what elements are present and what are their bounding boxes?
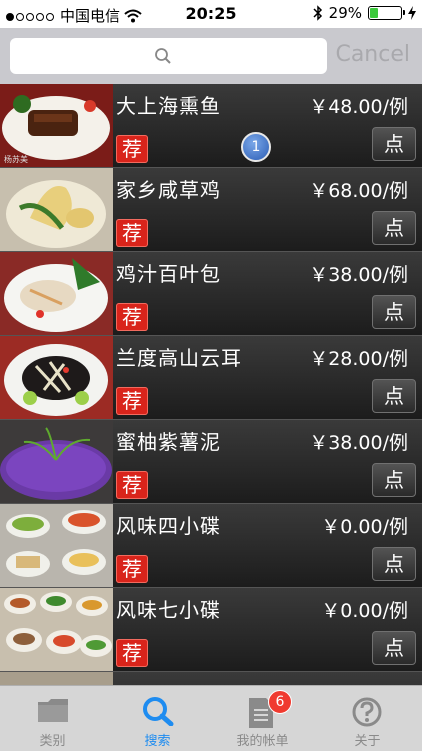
dish-row[interactable]: 杨苏美 大上海熏鱼 ￥48.00/例 荐 1 点	[0, 84, 422, 168]
bluetooth-icon	[313, 5, 322, 21]
battery-percent: 29%	[328, 4, 362, 22]
battery-icon	[368, 6, 405, 20]
order-button[interactable]: 点	[372, 547, 416, 581]
recommend-tag: 荐	[116, 387, 148, 415]
search-icon	[143, 697, 174, 726]
help-icon	[352, 697, 382, 727]
tab-bar: 类别 搜索 6 我的帐单 关于	[0, 685, 422, 751]
cancel-button[interactable]: Cancel	[335, 42, 410, 67]
tab-search[interactable]: 搜索	[105, 686, 210, 751]
dish-name: 家乡咸草鸡	[116, 178, 221, 202]
svg-text:杨苏美: 杨苏美	[4, 154, 28, 164]
status-bar: 中国电信 20:25 29%	[0, 0, 422, 28]
dish-row[interactable]: 兰度高山云耳 ￥28.00/例 荐 点	[0, 336, 422, 420]
search-bar: Cancel	[0, 28, 422, 84]
tab-about[interactable]: 关于	[315, 686, 420, 751]
dish-name: 兰度高山云耳	[116, 346, 242, 370]
order-button[interactable]: 点	[372, 127, 416, 161]
tab-label: 我的帐单	[236, 734, 289, 749]
dish-photo: 杨苏美	[0, 84, 113, 167]
dish-price: ￥28.00/例	[309, 348, 408, 370]
tab-my-bill[interactable]: 6 我的帐单	[210, 686, 315, 751]
recommend-tag: 荐	[116, 639, 148, 667]
dish-price: ￥48.00/例	[309, 96, 408, 118]
dish-row[interactable]: 鸡汁百叶包 ￥38.00/例 荐 点	[0, 252, 422, 336]
order-button[interactable]: 点	[372, 295, 416, 329]
dish-name: 鸡汁百叶包	[116, 262, 221, 286]
order-button[interactable]: 点	[372, 463, 416, 497]
dish-price: ￥0.00/例	[321, 516, 408, 538]
status-right: 29%	[313, 4, 416, 22]
dish-photo	[0, 420, 113, 503]
dish-name: 风味四小碟	[116, 514, 221, 538]
dish-row[interactable]: 风味四小碟 ￥0.00/例 荐 点	[0, 504, 422, 588]
dish-photo	[0, 672, 113, 685]
search-field[interactable]	[10, 38, 327, 76]
dish-photo	[0, 336, 113, 419]
order-button[interactable]: 点	[372, 379, 416, 413]
dish-row[interactable]: 风味七小碟 ￥0.00/例 荐 点	[0, 588, 422, 672]
dish-list[interactable]: 杨苏美 大上海熏鱼 ￥48.00/例 荐 1 点 家乡咸草鸡 ￥68.00/例 …	[0, 84, 422, 685]
recommend-tag: 荐	[116, 135, 148, 163]
tab-label: 类别	[39, 734, 66, 749]
dish-row[interactable]: 蜜柚紫薯泥 ￥38.00/例 荐 点	[0, 420, 422, 504]
dish-price: ￥38.00/例	[309, 264, 408, 286]
dish-name: 风味七小碟	[116, 598, 221, 622]
folder-icon	[38, 699, 68, 722]
dish-photo	[0, 252, 113, 335]
bill-count-badge: 6	[268, 690, 292, 714]
order-button[interactable]: 点	[372, 631, 416, 665]
battery-level	[370, 8, 379, 18]
recommend-tag: 荐	[116, 555, 148, 583]
dish-price: ￥0.00/例	[321, 600, 408, 622]
dish-name: 蜜柚紫薯泥	[116, 430, 221, 454]
dish-name: 大上海熏鱼	[116, 94, 221, 118]
dish-photo	[0, 168, 113, 251]
recommend-tag: 荐	[116, 303, 148, 331]
dish-photo	[0, 504, 113, 587]
tab-label: 搜索	[144, 734, 171, 749]
dish-row[interactable]: 家乡咸草鸡 ￥68.00/例 荐 点	[0, 168, 422, 252]
order-button[interactable]: 点	[372, 211, 416, 245]
dish-photo	[0, 588, 113, 671]
charging-icon	[408, 6, 416, 20]
search-input[interactable]	[50, 38, 314, 76]
order-count-badge[interactable]: 1	[241, 132, 271, 162]
recommend-tag: 荐	[116, 219, 148, 247]
recommend-tag: 荐	[116, 471, 148, 499]
tab-label: 关于	[354, 734, 381, 749]
dish-row-partial[interactable]	[0, 672, 422, 685]
tab-category[interactable]: 类别	[0, 686, 105, 751]
dish-price: ￥68.00/例	[309, 180, 408, 202]
dish-price: ￥38.00/例	[309, 432, 408, 454]
